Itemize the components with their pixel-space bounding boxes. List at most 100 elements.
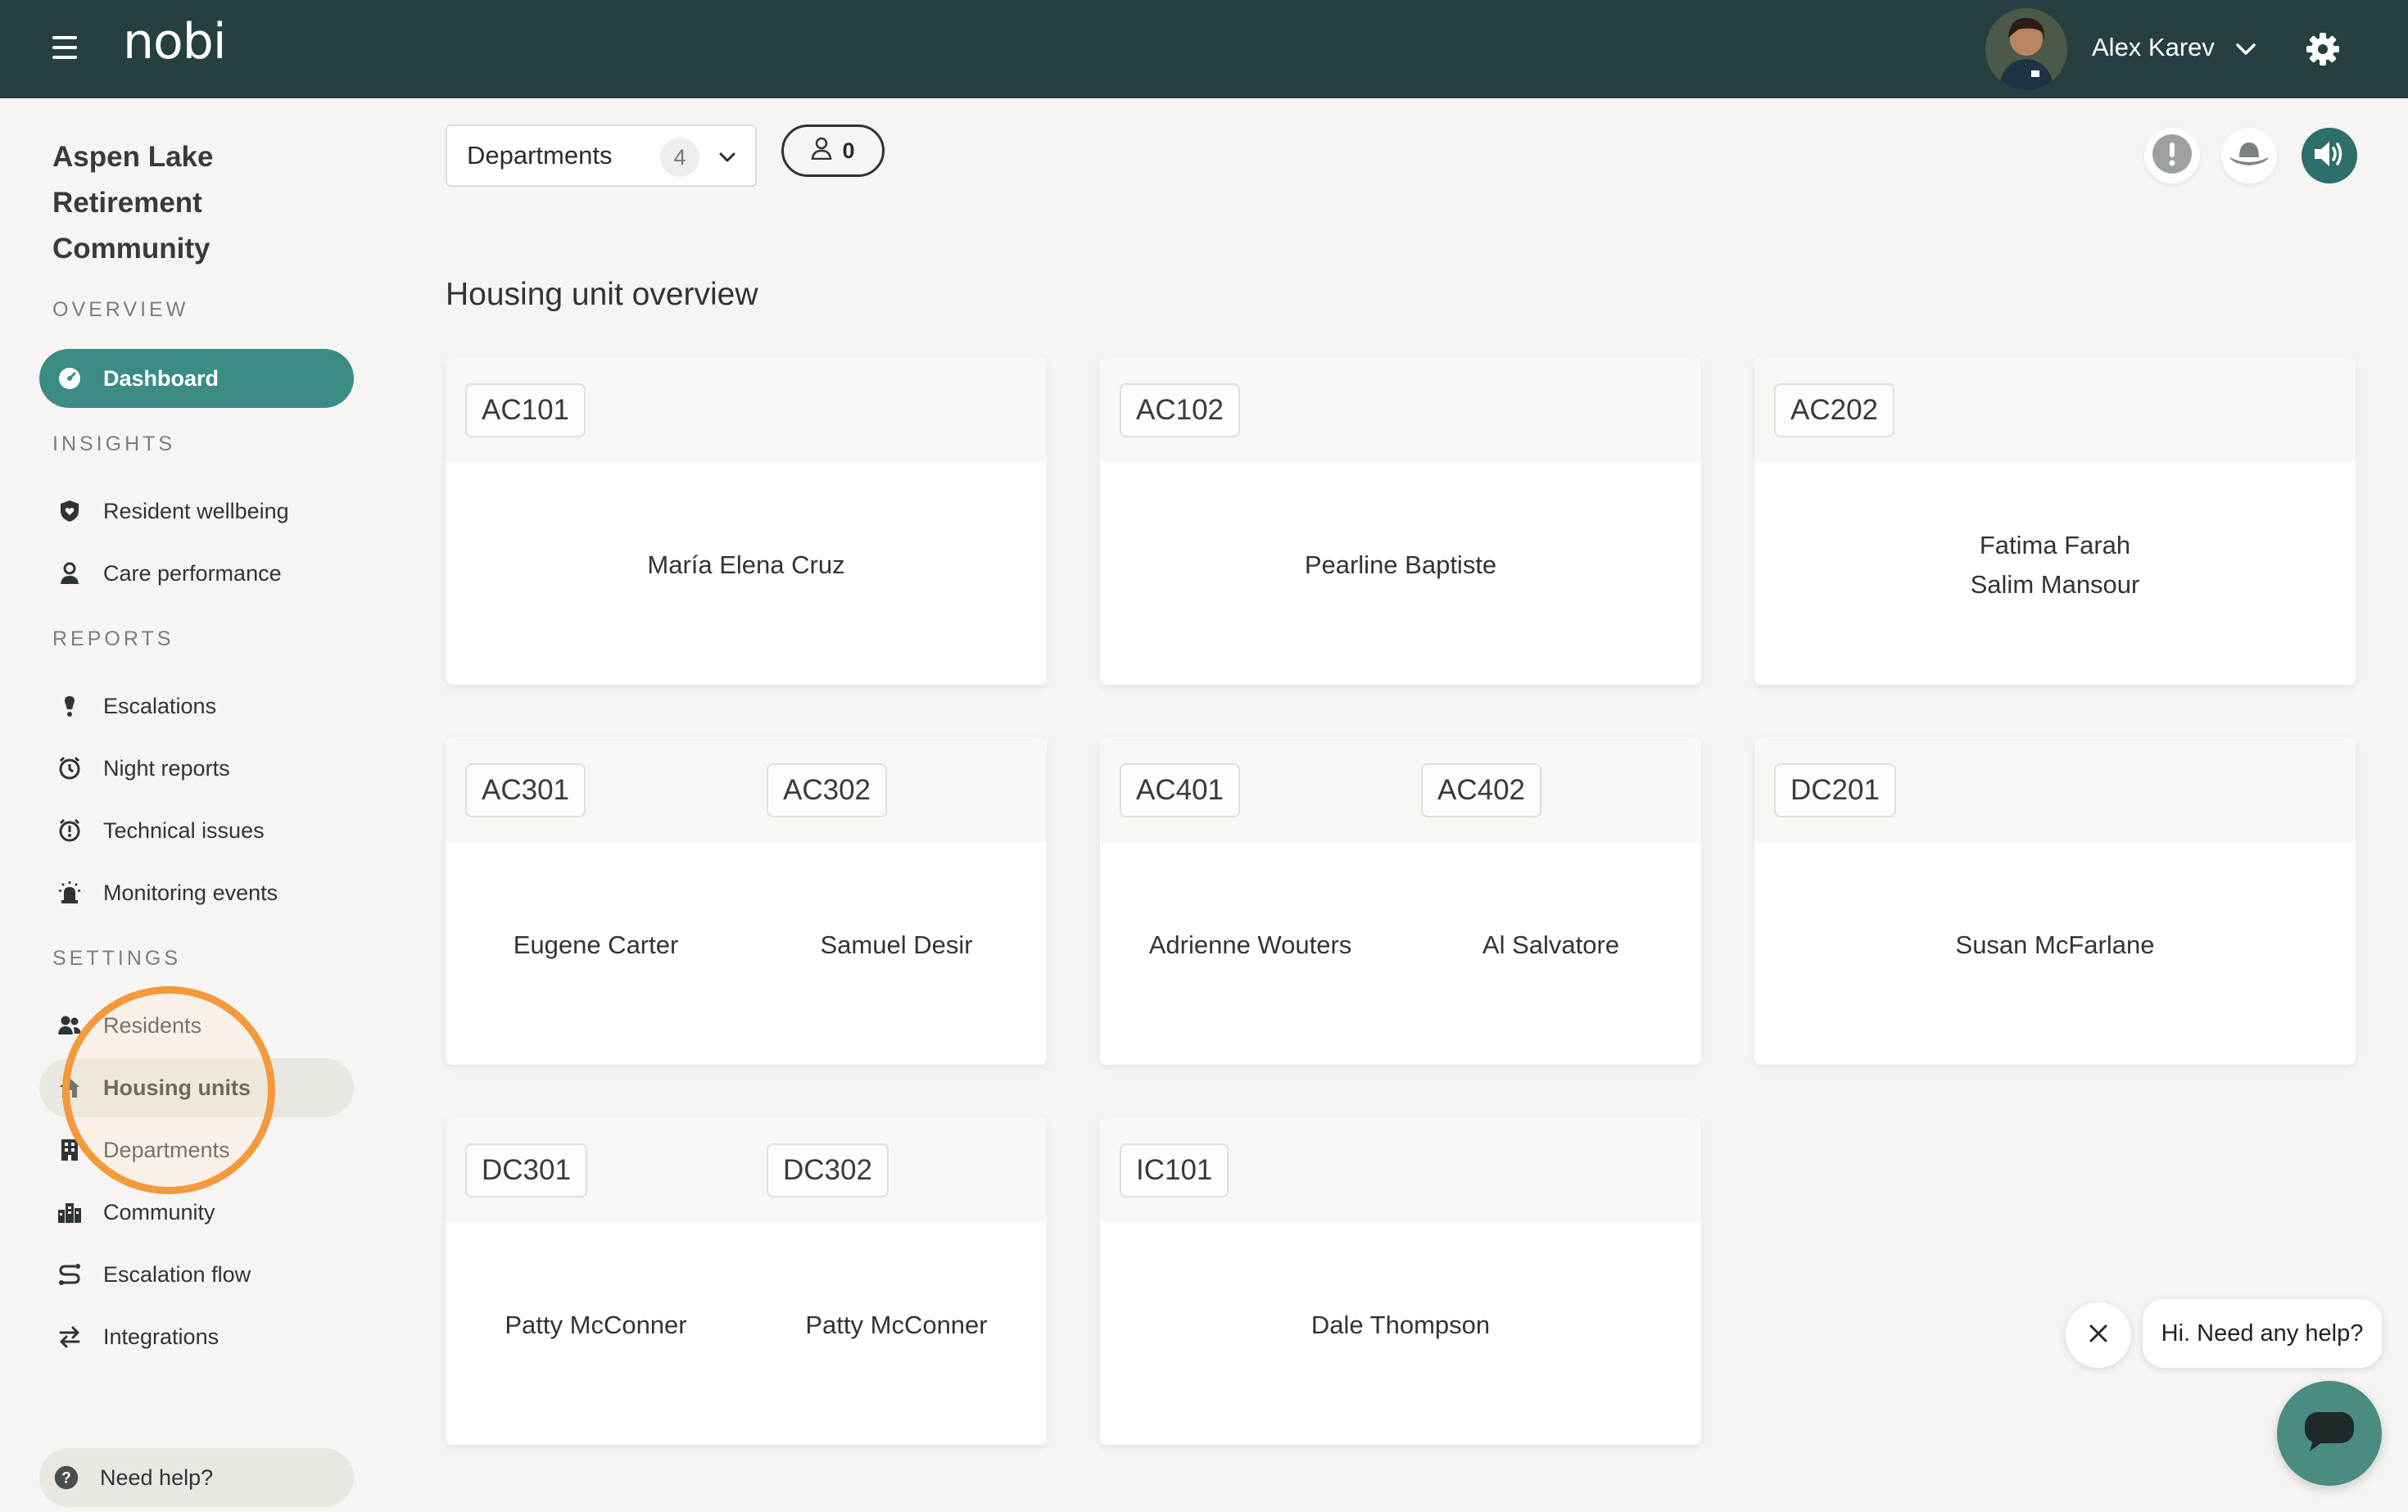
sidebar-item-label: Community (103, 1199, 215, 1225)
housing-unit-card[interactable]: AC101 María Elena Cruz (446, 357, 1047, 685)
sidebar-item-dashboard[interactable]: Dashboard (39, 349, 354, 408)
departments-dropdown[interactable]: Departments 4 (446, 124, 757, 187)
section-label-reports: REPORTS (52, 627, 174, 650)
housing-unit-card[interactable]: AC401 AC402 Adrienne Wouters Al Salvator… (1100, 737, 1701, 1065)
page-title: Housing unit overview (446, 277, 758, 312)
chevron-down-icon[interactable] (2233, 36, 2259, 62)
speaker-icon (2310, 134, 2349, 178)
sidebar-item-label: Care performance (103, 560, 282, 586)
chat-greeting-bubble[interactable]: Hi. Need any help? (2143, 1299, 2382, 1368)
housing-unit-card[interactable]: AC301 AC302 Eugene Carter Samuel Desir (446, 737, 1047, 1065)
exclamation-circle-icon (2151, 133, 2193, 179)
house-icon (57, 1075, 82, 1100)
sidebar-item-night-reports[interactable]: Night reports (39, 739, 354, 798)
unit-tag: DC302 (767, 1143, 889, 1197)
chevron-down-icon (714, 144, 740, 170)
unit-tag: DC301 (465, 1143, 587, 1197)
swap-arrows-icon (57, 1324, 82, 1349)
menu-icon[interactable] (52, 36, 85, 62)
housing-unit-card[interactable]: DC201 Susan McFarlane (1754, 737, 2356, 1065)
housing-unit-card[interactable]: DC301 DC302 Patty McConner Patty McConne… (446, 1117, 1047, 1445)
flow-icon (57, 1262, 82, 1287)
exclamation-icon (57, 694, 82, 718)
top-bar: nobi Alex Karev (0, 0, 2408, 98)
unit-tag: AC101 (465, 383, 586, 437)
unit-tag: AC301 (465, 763, 586, 817)
sidebar-item-community[interactable]: Community (39, 1183, 354, 1242)
resident-name: Patty McConner (805, 1311, 988, 1339)
unit-tag: AC302 (767, 763, 888, 817)
resident-name: Pearline Baptiste (1304, 550, 1497, 579)
sidebar-item-resident-wellbeing[interactable]: Resident wellbeing (39, 482, 354, 541)
alerts-button[interactable] (2144, 128, 2200, 183)
resident-name: Fatima Farah (1979, 531, 2131, 559)
gear-icon[interactable] (2303, 29, 2342, 69)
resident-name: Adrienne Wouters (1148, 930, 1352, 959)
sidebar-item-housing-units[interactable]: Housing units (39, 1058, 354, 1117)
building-icon (57, 1138, 82, 1162)
night-clock-icon (57, 756, 82, 781)
dashboard-icon (57, 366, 82, 391)
user-name[interactable]: Alex Karev (2092, 33, 2215, 62)
alarm-alert-icon (57, 818, 82, 843)
chat-close-button[interactable] (2066, 1302, 2131, 1368)
resident-name: Eugene Carter (513, 930, 679, 959)
svg-text:?: ? (61, 1469, 71, 1487)
siren-icon (57, 880, 82, 905)
need-help-button[interactable]: ? Need help? (39, 1448, 354, 1507)
unit-tag: AC202 (1774, 383, 1895, 437)
sidebar-item-care-performance[interactable]: Care performance (39, 544, 354, 603)
housing-unit-card[interactable]: AC202 Fatima Farah Salim Mansour (1754, 357, 2356, 685)
section-label-insights: INSIGHTS (52, 432, 176, 455)
close-icon (2087, 1322, 2110, 1349)
sidebar-item-label: Housing units (103, 1075, 251, 1100)
sidebar-item-label: Departments (103, 1137, 230, 1162)
departments-count-badge: 4 (660, 138, 699, 177)
sidebar-item-label: Technical issues (103, 817, 265, 843)
resident-name: Samuel Desir (820, 930, 973, 959)
sidebar-item-label: Escalations (103, 693, 217, 718)
sidebar-item-residents[interactable]: Residents (39, 996, 354, 1055)
chat-launcher-button[interactable] (2277, 1381, 2382, 1486)
unit-tag: AC402 (1421, 763, 1542, 817)
sidebar-item-technical-issues[interactable]: Technical issues (39, 801, 354, 860)
section-label-settings: SETTINGS (52, 947, 182, 970)
resident-name: Al Salvatore (1482, 930, 1620, 959)
sidebar-item-monitoring-events[interactable]: Monitoring events (39, 863, 354, 922)
departments-label: Departments (467, 141, 613, 170)
resident-name: Susan McFarlane (1955, 930, 2155, 959)
city-icon (57, 1200, 82, 1225)
resident-name: María Elena Cruz (647, 550, 845, 579)
hat-mode-button[interactable] (2221, 128, 2277, 183)
staff-count: 0 (842, 138, 855, 163)
resident-name: Salim Mansour (1970, 570, 2140, 599)
users-icon (57, 1013, 82, 1038)
hat-icon (2228, 138, 2270, 174)
caregiver-icon (57, 561, 82, 586)
sidebar-item-escalations[interactable]: Escalations (39, 677, 354, 736)
app-logo[interactable]: nobi (123, 13, 226, 70)
unit-tag: IC101 (1120, 1143, 1229, 1197)
avatar[interactable] (1985, 8, 2067, 90)
staff-filter-button[interactable]: 0 (781, 124, 885, 177)
sidebar-item-departments[interactable]: Departments (39, 1120, 354, 1179)
sidebar-item-label: Night reports (103, 755, 230, 781)
sidebar-item-escalation-flow[interactable]: Escalation flow (39, 1245, 354, 1304)
need-help-label: Need help? (100, 1464, 214, 1490)
help-icon: ? (54, 1465, 79, 1490)
sidebar-item-integrations[interactable]: Integrations (39, 1307, 354, 1366)
unit-tag: AC102 (1120, 383, 1241, 437)
resident-name: Dale Thompson (1310, 1311, 1491, 1339)
sidebar-item-label: Dashboard (103, 365, 220, 391)
sidebar-item-label: Escalation flow (103, 1261, 251, 1287)
sound-button[interactable] (2302, 128, 2357, 183)
sidebar-item-label: Residents (103, 1012, 202, 1038)
shield-heart-icon (57, 499, 82, 523)
section-label-overview: OVERVIEW (52, 298, 189, 321)
sidebar-item-label: Integrations (103, 1324, 220, 1349)
housing-unit-card[interactable]: IC101 Dale Thompson (1100, 1117, 1701, 1445)
sidebar-item-label: Monitoring events (103, 880, 278, 905)
housing-unit-card[interactable]: AC102 Pearline Baptiste (1100, 357, 1701, 685)
chat-icon (2303, 1409, 2356, 1459)
caregiver-icon (811, 137, 832, 165)
